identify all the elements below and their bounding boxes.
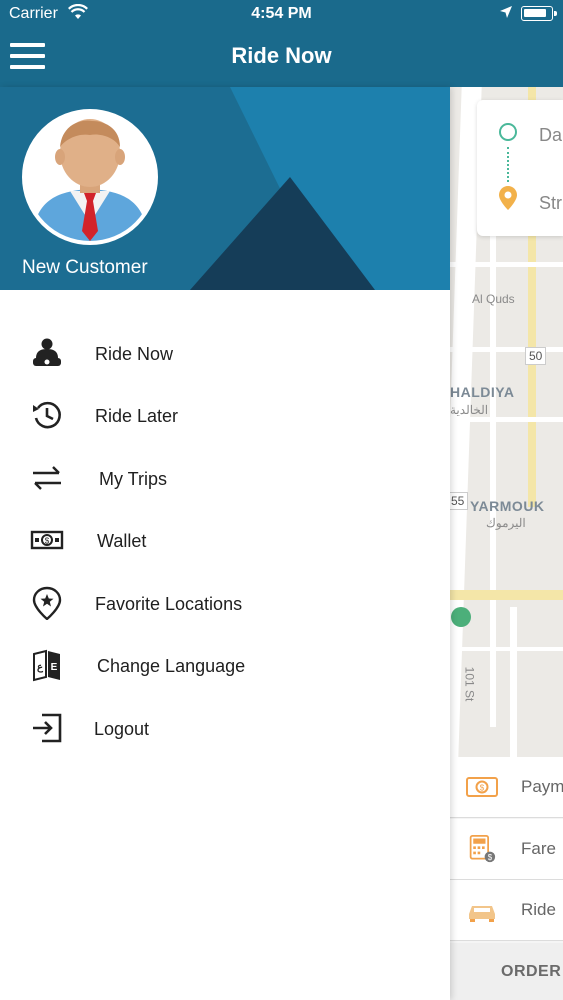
menu-item-ride-later[interactable]: Ride Later bbox=[0, 386, 450, 442]
drawer-header: New Customer bbox=[0, 87, 450, 290]
battery-icon bbox=[521, 6, 557, 21]
map-label-khaldiya: HALDIYA bbox=[450, 384, 515, 400]
order-button[interactable]: ORDER bbox=[450, 943, 563, 1000]
page-title: Ride Now bbox=[231, 43, 332, 68]
route-connector bbox=[507, 147, 509, 182]
pickup-field[interactable]: Da bbox=[539, 125, 562, 146]
history-icon bbox=[33, 401, 61, 429]
menu-item-label: Wallet bbox=[97, 531, 147, 551]
svg-text:$: $ bbox=[488, 853, 493, 862]
map-label-khaldiya-ar: الخالدية bbox=[450, 403, 489, 417]
destination-field[interactable]: Str bbox=[539, 193, 562, 214]
user-name: New Customer bbox=[22, 257, 148, 278]
menu-item-label: Ride Later bbox=[95, 406, 179, 426]
menu-item-logout[interactable]: Logout bbox=[0, 699, 450, 755]
avatar[interactable] bbox=[22, 109, 158, 245]
map-label-yarmouk: YARMOUK bbox=[470, 498, 545, 514]
svg-text:E: E bbox=[51, 662, 58, 673]
order-button-label: ORDER bbox=[501, 963, 562, 980]
car-icon bbox=[469, 906, 495, 922]
side-drawer: New Customer Ride Now Ride Later My Trip… bbox=[0, 87, 450, 1000]
svg-text:$: $ bbox=[480, 784, 485, 793]
user-avatar-icon bbox=[26, 113, 154, 241]
svg-text:$: $ bbox=[45, 537, 50, 546]
menu-item-label: Ride Now bbox=[95, 344, 174, 364]
svg-text:ع: ع bbox=[37, 662, 44, 673]
pickup-dot-icon bbox=[499, 123, 517, 141]
park-icon bbox=[451, 607, 471, 627]
road-55-label: 55 bbox=[450, 492, 469, 510]
menu-item-favorite-locations[interactable]: Favorite Locations bbox=[0, 574, 450, 630]
status-bar: Carrier 4:54 PM bbox=[0, 0, 563, 30]
menu-item-ride-now[interactable]: Ride Now bbox=[0, 324, 450, 380]
menu-item-label: Logout bbox=[94, 719, 150, 739]
ride-type-option[interactable]: Ride bbox=[450, 880, 563, 941]
map-label-al-quds: Al Quds bbox=[472, 292, 515, 306]
clock: 4:54 PM bbox=[251, 5, 312, 22]
money-icon: $ bbox=[30, 530, 64, 550]
fare-option-label: Fare bbox=[521, 839, 556, 858]
menu-item-change-language[interactable]: ع E Change Language bbox=[0, 636, 450, 692]
star-pin-icon bbox=[32, 586, 62, 620]
menu-item-my-trips[interactable]: My Trips bbox=[0, 449, 450, 505]
top-bar: Carrier 4:54 PM Ride Now bbox=[0, 0, 563, 87]
map-label-yarmouk-ar: اليرموك bbox=[486, 516, 526, 530]
payment-option-label: Paym bbox=[521, 777, 563, 796]
language-icon: ع E bbox=[33, 649, 60, 682]
menu-item-wallet[interactable]: $ Wallet bbox=[0, 511, 450, 567]
fare-option[interactable]: $ Fare bbox=[450, 819, 563, 880]
calculator-icon: $ bbox=[469, 835, 496, 863]
menu-item-label: Favorite Locations bbox=[95, 594, 243, 614]
swap-arrows-icon bbox=[33, 466, 61, 490]
cash-icon: $ bbox=[466, 777, 498, 797]
payment-option[interactable]: $ Paym bbox=[450, 757, 563, 818]
logout-icon bbox=[33, 713, 62, 743]
road-50-label: 50 bbox=[525, 347, 547, 365]
driver-icon bbox=[33, 338, 61, 366]
menu-item-label: My Trips bbox=[99, 469, 168, 489]
trip-route-card[interactable]: Da Str bbox=[477, 100, 563, 236]
menu-item-label: Change Language bbox=[97, 656, 246, 676]
map-label-101-st: 101 St bbox=[462, 666, 477, 702]
location-arrow-icon bbox=[500, 6, 512, 18]
destination-pin-icon bbox=[499, 186, 517, 210]
ride-type-option-label: Ride bbox=[521, 900, 556, 919]
